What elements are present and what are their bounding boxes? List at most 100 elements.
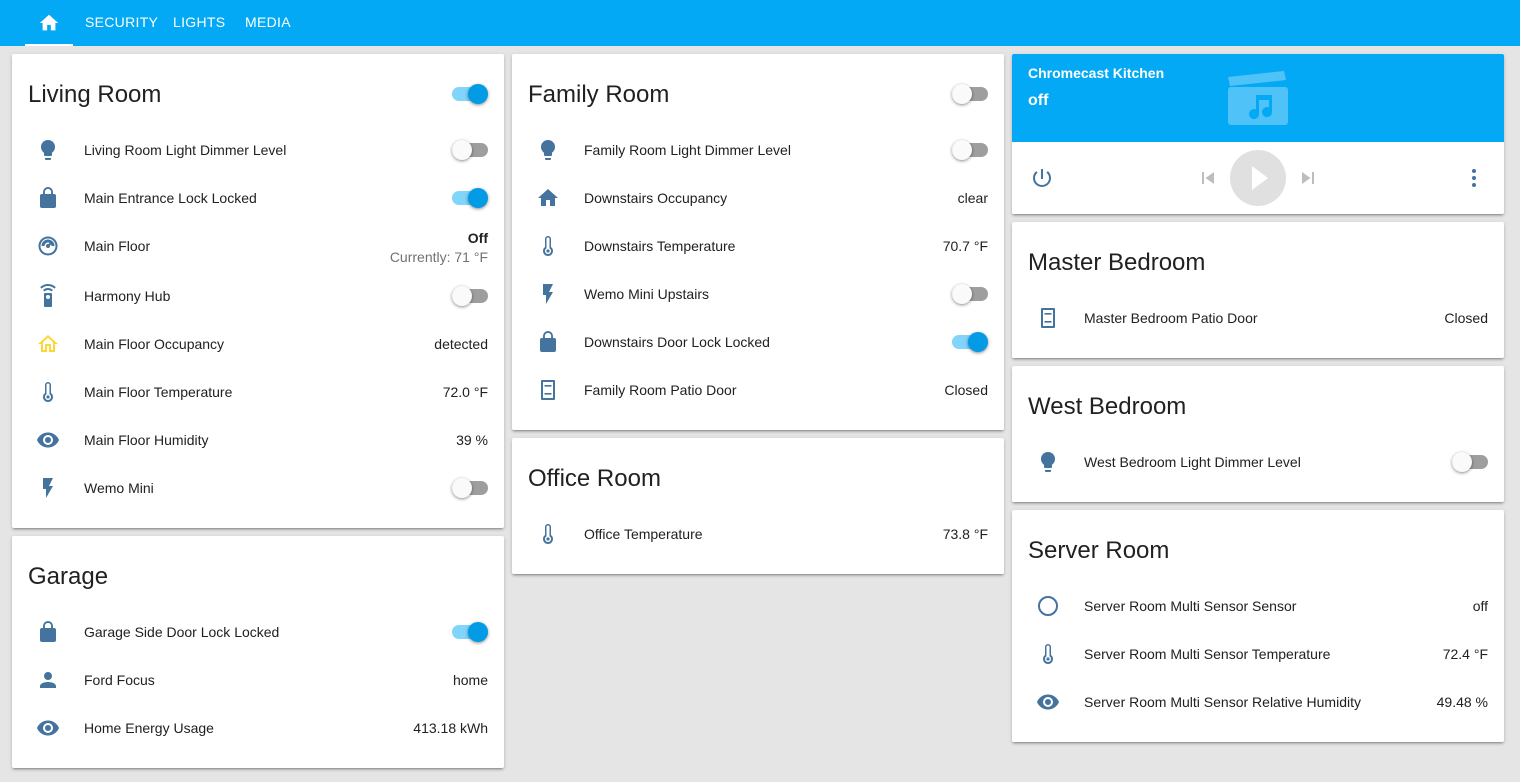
entity-row-family-room-light[interactable]: Family Room Light Dimmer Level — [528, 130, 988, 170]
entity-state: 39 % — [456, 432, 488, 448]
family-room-group-toggle[interactable] — [952, 84, 988, 104]
lightbulb-icon — [536, 138, 560, 162]
entity-row-downstairs-door-lock[interactable]: Downstairs Door Lock Locked — [528, 322, 988, 362]
thermostat-state: Off Currently: 71 °F — [390, 230, 488, 265]
entity-row-family-room-patio-door[interactable]: Family Room Patio Door Closed — [528, 370, 988, 410]
entity-row-ford-focus[interactable]: Ford Focus home — [28, 660, 488, 700]
tab-media[interactable]: MEDIA — [245, 0, 291, 46]
lock-icon — [36, 620, 60, 644]
thermostat-icon — [36, 234, 60, 258]
west-bedroom-light-toggle[interactable] — [1452, 452, 1488, 472]
entity-state: 72.4 °F — [1442, 646, 1488, 662]
entity-row-home-energy-usage[interactable]: Home Energy Usage 413.18 kWh — [28, 708, 488, 748]
entity-state: 73.8 °F — [942, 526, 988, 542]
entity-state: home — [452, 672, 488, 688]
card-title: Master Bedroom — [1028, 249, 1206, 276]
entity-label: West Bedroom Light Dimmer Level — [1084, 454, 1301, 470]
entity-row-office-temperature[interactable]: Office Temperature 73.8 °F — [528, 514, 988, 554]
more-vertical-icon[interactable] — [1462, 166, 1486, 190]
eye-icon — [1036, 690, 1060, 714]
entity-row-downstairs-temperature[interactable]: Downstairs Temperature 70.7 °F — [528, 226, 988, 266]
entity-label: Family Room Patio Door — [584, 382, 737, 398]
previous-track-icon[interactable] — [1196, 166, 1220, 190]
master-bedroom-card: Master Bedroom Master Bedroom Patio Door… — [1012, 222, 1504, 358]
entity-row-west-bedroom-light[interactable]: West Bedroom Light Dimmer Level — [1028, 442, 1488, 482]
main-entrance-lock-toggle[interactable] — [452, 188, 488, 208]
entity-row-wemo-mini[interactable]: Wemo Mini — [28, 468, 488, 508]
entity-label: Ford Focus — [84, 672, 155, 688]
office-room-card: Office Room Office Temperature 73.8 °F — [512, 438, 1004, 574]
eye-icon — [36, 428, 60, 452]
family-room-card: Family Room Family Room Light Dimmer Lev… — [512, 54, 1004, 430]
entity-row-main-floor-temperature[interactable]: Main Floor Temperature 72.0 °F — [28, 372, 488, 412]
top-toolbar: SECURITY LIGHTS MEDIA — [0, 0, 1520, 46]
living-room-group-toggle[interactable] — [452, 84, 488, 104]
entity-row-main-entrance-lock[interactable]: Main Entrance Lock Locked — [28, 178, 488, 218]
thermostat-mode: Off — [467, 230, 488, 246]
media-player-header[interactable]: Chromecast Kitchen off — [1012, 54, 1504, 142]
power-icon[interactable] — [1030, 166, 1054, 190]
thermometer-icon — [536, 522, 560, 546]
card-title: West Bedroom — [1028, 393, 1187, 420]
tab-lights[interactable]: LIGHTS — [173, 0, 225, 46]
thermometer-icon — [36, 380, 60, 404]
home-icon — [536, 186, 560, 210]
card-title: Family Room — [528, 81, 670, 108]
tab-security[interactable]: SECURITY — [85, 0, 158, 46]
entity-row-main-floor-occupancy[interactable]: Main Floor Occupancy detected — [28, 324, 488, 364]
entity-state: 72.0 °F — [442, 384, 488, 400]
entity-row-server-room-temperature[interactable]: Server Room Multi Sensor Temperature 72.… — [1028, 634, 1488, 674]
entity-row-main-floor-humidity[interactable]: Main Floor Humidity 39 % — [28, 420, 488, 460]
lock-icon — [36, 186, 60, 210]
home-outline-icon — [36, 332, 60, 356]
media-player-state: off — [1028, 92, 1049, 109]
account-icon — [36, 668, 60, 692]
wemo-mini-toggle[interactable] — [452, 478, 488, 498]
harmony-hub-toggle[interactable] — [452, 286, 488, 306]
entity-row-living-room-light[interactable]: Living Room Light Dimmer Level — [28, 130, 488, 170]
server-room-card: Server Room Server Room Multi Sensor Sen… — [1012, 510, 1504, 742]
play-icon — [1252, 166, 1268, 190]
entity-row-wemo-mini-upstairs[interactable]: Wemo Mini Upstairs — [528, 274, 988, 314]
entity-row-master-bedroom-patio-door[interactable]: Master Bedroom Patio Door Closed — [1028, 298, 1488, 338]
door-closed-icon — [536, 378, 560, 402]
home-icon — [38, 12, 60, 34]
entity-label: Garage Side Door Lock Locked — [84, 624, 280, 640]
card-title: Server Room — [1028, 537, 1170, 564]
circle-outline-icon — [1036, 594, 1060, 618]
entity-label: Family Room Light Dimmer Level — [584, 142, 791, 158]
entity-label: Main Floor — [84, 238, 151, 254]
thermometer-icon — [536, 234, 560, 258]
entity-label: Wemo Mini Upstairs — [584, 286, 709, 302]
flash-icon — [36, 476, 60, 500]
downstairs-door-lock-toggle[interactable] — [952, 332, 988, 352]
media-player-card: Chromecast Kitchen off — [1012, 54, 1504, 214]
entity-row-downstairs-occupancy[interactable]: Downstairs Occupancy clear — [528, 178, 988, 218]
entity-row-main-floor-thermostat[interactable]: Main Floor Off Currently: 71 °F — [28, 226, 488, 274]
play-button[interactable] — [1230, 150, 1286, 206]
entity-label: Living Room Light Dimmer Level — [84, 142, 287, 158]
tab-home[interactable] — [25, 0, 73, 46]
lightbulb-icon — [36, 138, 60, 162]
entity-row-server-room-sensor[interactable]: Server Room Multi Sensor Sensor off — [1028, 586, 1488, 626]
card-title: Office Room — [528, 465, 661, 492]
entity-state: 413.18 kWh — [413, 720, 488, 736]
family-room-light-toggle[interactable] — [952, 140, 988, 160]
lightbulb-icon — [1036, 450, 1060, 474]
card-title: Garage — [28, 563, 109, 590]
next-track-icon[interactable] — [1296, 166, 1320, 190]
entity-row-server-room-humidity[interactable]: Server Room Multi Sensor Relative Humidi… — [1028, 682, 1488, 722]
entity-label: Main Entrance Lock Locked — [84, 190, 257, 206]
entity-label: Home Energy Usage — [84, 720, 214, 736]
entity-row-garage-side-door-lock[interactable]: Garage Side Door Lock Locked — [28, 612, 488, 652]
entity-label: Main Floor Occupancy — [84, 336, 225, 352]
living-room-light-toggle[interactable] — [452, 140, 488, 160]
garage-card: Garage Garage Side Door Lock Locked Ford… — [12, 536, 504, 768]
garage-side-door-lock-toggle[interactable] — [452, 622, 488, 642]
wemo-mini-upstairs-toggle[interactable] — [952, 284, 988, 304]
lock-icon — [536, 330, 560, 354]
entity-label: Master Bedroom Patio Door — [1084, 310, 1258, 326]
door-closed-icon — [1036, 306, 1060, 330]
card-title: Living Room — [28, 81, 162, 108]
entity-row-harmony-hub[interactable]: Harmony Hub — [28, 276, 488, 316]
